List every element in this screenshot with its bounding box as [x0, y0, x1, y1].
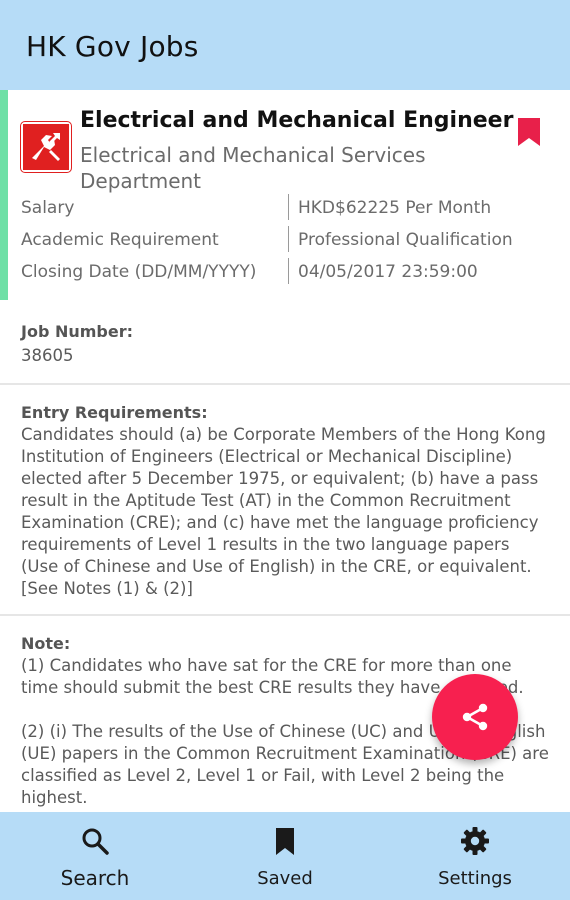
salary-value: HKD$62225 Per Month: [298, 198, 492, 218]
academic-requirement-label: Academic Requirement: [21, 230, 219, 250]
app-bar: HK Gov Jobs: [0, 0, 570, 90]
closing-date-label: Closing Date (DD/MM/YYYY): [21, 262, 257, 282]
bookmark-icon: [270, 826, 300, 856]
app-title: HK Gov Jobs: [26, 30, 199, 63]
nav-label-settings: Settings: [438, 868, 512, 889]
nav-label-saved: Saved: [257, 868, 313, 889]
nav-item-saved[interactable]: Saved: [190, 812, 380, 900]
nav-label-search: Search: [60, 866, 130, 890]
nav-item-settings[interactable]: Settings: [380, 812, 570, 900]
job-number-value: 38605: [21, 346, 74, 365]
entry-requirements-text: Candidates should (a) be Corporate Membe…: [21, 425, 546, 598]
entry-requirements-title: Entry Requirements:: [21, 403, 208, 422]
share-button[interactable]: [432, 674, 518, 760]
closing-date-value: 04/05/2017 23:59:00: [298, 262, 478, 282]
closing-date-row: Closing Date (DD/MM/YYYY) 04/05/2017 23:…: [21, 258, 551, 290]
entry-requirements-section: Entry Requirements: Candidates should (a…: [0, 385, 570, 614]
row-divider: [288, 226, 289, 252]
bottom-navigation: Search Saved Settings: [0, 812, 570, 900]
academic-requirement-value: Professional Qualification: [298, 230, 513, 250]
department-logo-icon: [21, 122, 71, 172]
note-title: Note:: [21, 634, 71, 653]
row-divider: [288, 258, 289, 284]
nav-item-search[interactable]: Search: [0, 812, 190, 900]
job-summary-card: Electrical and Mechanical Engineer Elect…: [0, 90, 570, 302]
salary-label: Salary: [21, 198, 75, 218]
job-number-section: Job Number: 38605: [0, 302, 570, 383]
academic-requirement-row: Academic Requirement Professional Qualif…: [21, 226, 551, 258]
bookmark-icon[interactable]: [518, 118, 540, 146]
gear-icon: [460, 826, 490, 856]
job-title: Electrical and Mechanical Engineer: [80, 108, 514, 133]
share-icon: [462, 703, 488, 731]
row-divider: [288, 194, 289, 220]
accent-bar: [0, 90, 8, 300]
job-department: Electrical and Mechanical Services Depar…: [80, 143, 426, 193]
salary-row: Salary HKD$62225 Per Month: [21, 194, 551, 226]
job-number-title: Job Number:: [21, 322, 134, 341]
search-icon: [80, 826, 110, 856]
